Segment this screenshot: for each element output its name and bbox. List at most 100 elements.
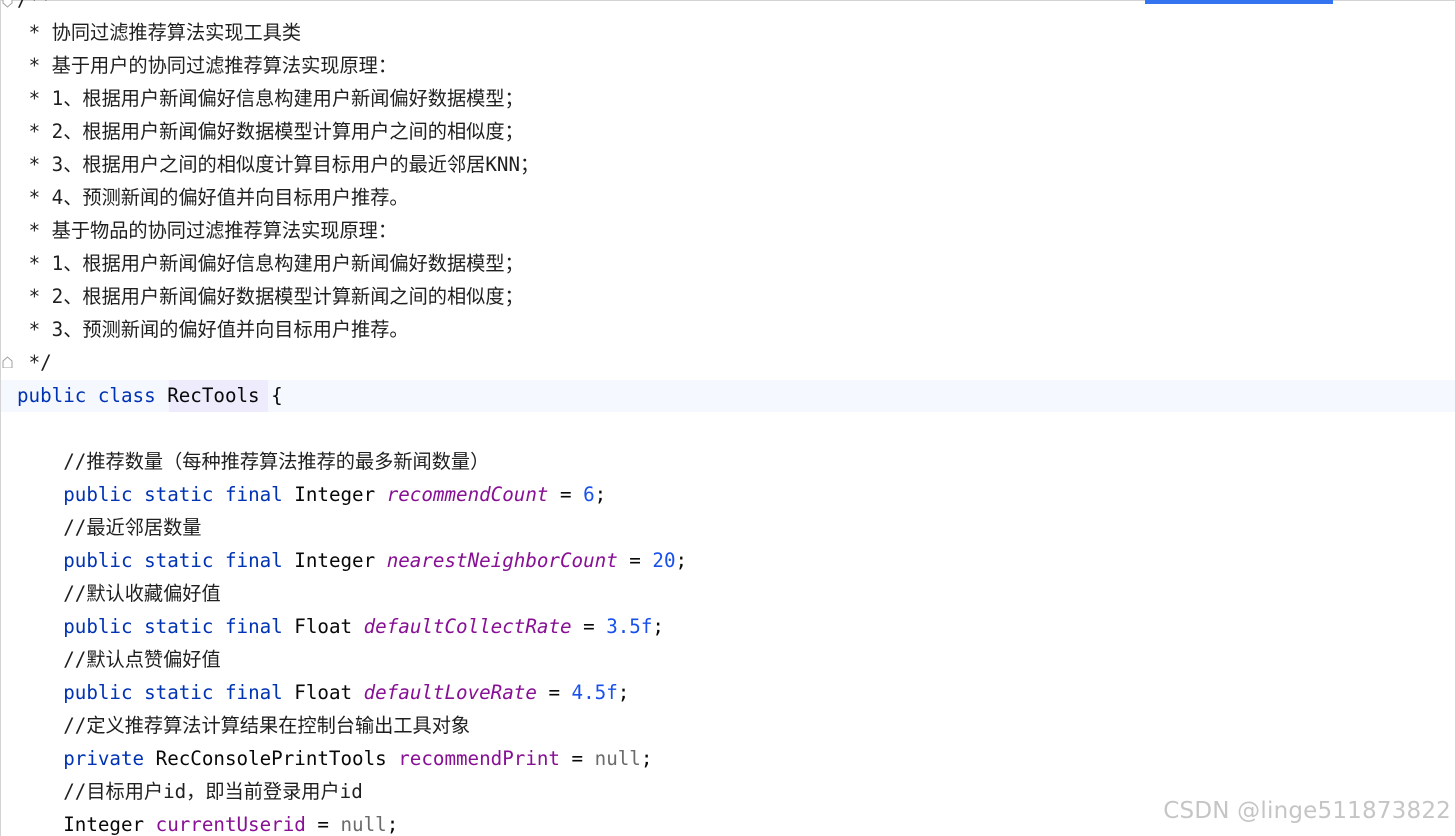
code-line[interactable]: public static final Float defaultLoveRat… [17,676,629,709]
code-token-plain: = [617,549,653,572]
code-token-doc: */ [28,351,52,374]
code-token-kw: public [17,384,87,407]
code-token-plain: Float [282,681,364,704]
code-editor[interactable]: /** * 协同过滤推荐算法实现工具类 * 基于用户的协同过滤推荐算法实现原理：… [0,0,1456,836]
code-token-doc: * 协同过滤推荐算法实现工具类 [28,21,302,44]
code-line[interactable]: * 2、根据用户新闻偏好数据模型计算用户之间的相似度； [17,115,524,148]
code-token-num: 3.5f [606,615,653,638]
code-line[interactable]: //目标用户id，即当前登录用户id [17,775,363,808]
code-token-kw: class [97,384,156,407]
code-token-plain: = [571,615,607,638]
watermark-text: CSDN @linge511873822 [1163,798,1451,824]
code-line[interactable]: * 协同过滤推荐算法实现工具类 [17,16,302,49]
code-line[interactable]: //默认点赞偏好值 [17,643,221,676]
code-token-plain: = [548,483,584,506]
code-token-plain: = [305,813,341,836]
code-token-plain: Integer [63,813,156,836]
code-token-comment: //推荐数量（每种推荐算法推荐的最多新闻数量） [63,450,490,473]
code-token-doc: * 2、根据用户新闻偏好数据模型计算用户之间的相似度； [28,120,524,143]
code-line[interactable]: * 1、根据用户新闻偏好信息构建用户新闻偏好数据模型； [17,247,524,280]
code-token-comment: //默认点赞偏好值 [63,648,221,671]
code-token-nul: null [594,747,641,770]
code-token-ifield: recommendPrint [398,747,560,770]
code-line[interactable]: //默认收藏偏好值 [17,577,221,610]
code-line[interactable]: * 4、预测新闻的偏好值并向目标用户推荐。 [17,181,409,214]
code-token-kw: static [144,681,214,704]
code-token-kw: final [224,483,283,506]
code-line[interactable]: private RecConsolePrintTools recommendPr… [17,742,652,775]
code-token-plain: = [559,747,595,770]
code-token-plain: ; [594,483,607,506]
code-token-kw: static [144,483,214,506]
code-line[interactable]: * 基于物品的协同过滤推荐算法实现原理： [17,214,397,247]
code-line[interactable]: * 2、根据用户新闻偏好数据模型计算新闻之间的相似度； [17,280,524,313]
code-token-kw: private [63,747,145,770]
code-line[interactable]: * 1、根据用户新闻偏好信息构建用户新闻偏好数据模型； [17,82,524,115]
code-token-doc: * 2、根据用户新闻偏好数据模型计算新闻之间的相似度； [28,285,524,308]
code-token-kw: public [63,615,133,638]
code-token-doc: * 1、根据用户新闻偏好信息构建用户新闻偏好数据模型； [28,87,524,110]
code-token-kw: final [224,615,283,638]
code-token-kw: final [224,681,283,704]
code-token-kw: final [224,549,283,572]
fold-end-icon[interactable] [2,0,13,8]
code-token-plain: ; [652,615,664,638]
code-token-doc: * 基于用户的协同过滤推荐算法实现原理： [28,54,398,77]
code-token-field: defaultLoveRate [363,681,537,704]
code-token-doc: * 3、预测新闻的偏好值并向目标用户推荐。 [28,318,409,341]
code-line[interactable]: public static final Integer recommendCou… [17,478,606,511]
code-line[interactable]: //最近邻居数量 [17,511,201,544]
code-token-nul: null [340,813,387,836]
code-token-num: 20 [652,549,676,572]
code-token-doc: * 4、预测新闻的偏好值并向目标用户推荐。 [28,186,409,209]
code-token-plain: Float [282,615,364,638]
code-token-kw: public [63,483,133,506]
code-line[interactable]: //推荐数量（每种推荐算法推荐的最多新闻数量） [17,445,489,478]
code-line[interactable]: /** [17,0,52,16]
code-line[interactable]: * 3、预测新闻的偏好值并向目标用户推荐。 [17,313,409,346]
code-token-kw: static [144,549,214,572]
fold-start-icon[interactable] [2,356,13,368]
code-line[interactable]: */ [17,346,52,379]
code-line[interactable]: //定义推荐算法计算结果在控制台输出工具对象 [17,709,470,742]
code-token-field: defaultCollectRate [363,615,572,638]
code-token-plain: RecConsolePrintTools [144,747,399,770]
code-line[interactable]: * 3、根据用户之间的相似度计算目标用户的最近邻居KNN； [17,148,540,181]
code-line[interactable]: * 基于用户的协同过滤推荐算法实现原理： [17,49,397,82]
code-line[interactable]: public class RecTools { [17,379,283,412]
code-token-kw: public [63,549,133,572]
code-line[interactable]: Integer currentUserid = null; [17,808,398,836]
code-token-comment: //默认收藏偏好值 [63,582,221,605]
code-line[interactable]: public static final Float defaultCollect… [17,610,664,643]
code-token-doc: * 1、根据用户新闻偏好信息构建用户新闻偏好数据模型； [28,252,524,275]
code-token-comment: //目标用户id，即当前登录用户id [63,780,363,803]
code-token-kw: public [63,681,133,704]
code-token-plain: = [536,681,572,704]
code-token-plain: Integer [282,549,387,572]
code-token-kw: static [144,615,214,638]
code-token-comment: //定义推荐算法计算结果在控制台输出工具对象 [63,714,471,737]
code-token-plain: ; [617,681,630,704]
code-line[interactable]: public static final Integer nearestNeigh… [17,544,687,577]
